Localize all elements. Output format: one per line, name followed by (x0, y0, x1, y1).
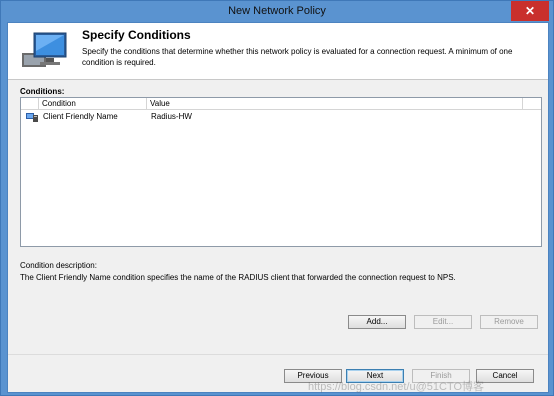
close-icon: ✕ (524, 4, 536, 18)
computer-policy-icon (22, 32, 67, 67)
dialog-client-area: Specify Conditions Specify the condition… (7, 22, 549, 393)
condition-description-label: Condition description: (20, 261, 97, 270)
conditions-label: Conditions: (20, 87, 65, 96)
page-title: Specify Conditions (82, 28, 191, 42)
footer-divider (8, 354, 548, 355)
new-network-policy-window: New Network Policy ✕ Specify Conditions … (0, 0, 554, 396)
value-cell: Radius-HW (151, 112, 192, 121)
title-bar: New Network Policy ✕ (1, 1, 553, 21)
wizard-header: Specify Conditions Specify the condition… (8, 23, 548, 80)
table-row[interactable]: Client Friendly Name Radius-HW (21, 111, 541, 123)
cancel-button[interactable]: Cancel (476, 369, 534, 383)
close-button[interactable]: ✕ (511, 1, 549, 21)
condition-description-text: The Client Friendly Name condition speci… (20, 273, 456, 282)
column-header-condition[interactable]: Condition (39, 98, 147, 109)
page-description: Specify the conditions that determine wh… (82, 47, 513, 67)
column-header-icon (21, 98, 39, 109)
column-header-value[interactable]: Value (147, 98, 523, 109)
column-header-filler (523, 98, 541, 109)
add-button[interactable]: Add... (348, 315, 406, 329)
conditions-list[interactable]: Condition Value Client Friendly Name Rad… (20, 97, 542, 247)
watermark: https://blog.csdn.net/u@51CTO博客 (308, 381, 485, 393)
condition-cell: Client Friendly Name (43, 112, 118, 121)
conditions-list-header: Condition Value (21, 98, 541, 110)
client-icon (26, 113, 38, 122)
window-title: New Network Policy (228, 5, 326, 17)
edit-button[interactable]: Edit... (414, 315, 472, 329)
remove-button[interactable]: Remove (480, 315, 538, 329)
